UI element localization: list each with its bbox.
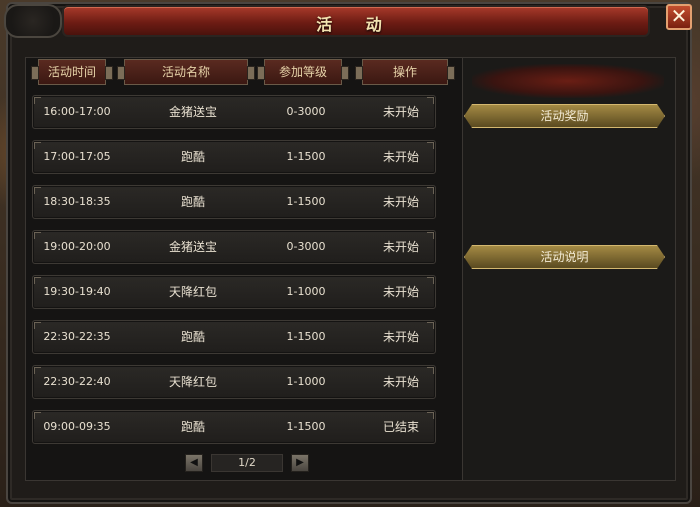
header-action: 操作	[355, 59, 455, 85]
arrow-right-icon: ▶	[296, 457, 304, 468]
row-level: 1-1500	[286, 420, 326, 433]
table-row: 16:00-17:00 金猪送宝 0-3000 未开始	[32, 95, 436, 129]
header-time: 活动时间	[31, 59, 113, 85]
table-row: 19:30-19:40 天降红包 1-1000 未开始	[32, 275, 436, 309]
header-name: 活动名称	[117, 59, 255, 85]
row-level: 1-1000	[286, 285, 326, 298]
row-time: 22:30-22:40	[43, 375, 111, 388]
row-name: 天降红包	[168, 285, 217, 299]
table-row: 17:00-17:05 跑酷 1-1500 未开始	[32, 140, 436, 174]
table-row: 22:30-22:35 跑酷 1-1500 未开始	[32, 320, 436, 354]
row-time: 19:00-20:00	[43, 240, 111, 253]
row-time: 09:00-09:35	[43, 420, 111, 433]
row-name: 跑酷	[180, 195, 205, 209]
row-time: 17:00-17:05	[43, 150, 111, 163]
row-level: 0-3000	[286, 105, 326, 118]
row-status[interactable]: 未开始	[365, 321, 437, 353]
pagination: ◀ 1/2 ▶	[0, 454, 700, 472]
table-row: 19:00-20:00 金猪送宝 0-3000 未开始	[32, 230, 436, 264]
row-name: 跑酷	[180, 420, 205, 434]
row-level: 1-1500	[286, 195, 326, 208]
next-page-button[interactable]: ▶	[291, 454, 309, 472]
row-time: 19:30-19:40	[43, 285, 111, 298]
row-status[interactable]: 未开始	[365, 366, 437, 398]
prev-page-button[interactable]: ◀	[185, 454, 203, 472]
decorative-banner-icon	[472, 64, 664, 98]
row-time: 16:00-17:00	[43, 105, 111, 118]
window-title: 活 动	[316, 15, 396, 34]
row-name: 金猪送宝	[168, 105, 217, 119]
row-status[interactable]: 未开始	[365, 276, 437, 308]
row-status[interactable]: 未开始	[365, 186, 437, 218]
row-name: 金猪送宝	[168, 240, 217, 254]
row-status[interactable]: 已结束	[365, 411, 437, 443]
row-time: 22:30-22:35	[43, 330, 111, 343]
activity-description-button[interactable]: 活动说明	[464, 245, 665, 269]
row-level: 1-1000	[286, 375, 326, 388]
row-time: 18:30-18:35	[43, 195, 111, 208]
title-bar: 活 动	[62, 5, 650, 37]
row-level: 0-3000	[286, 240, 326, 253]
table-row: 18:30-18:35 跑酷 1-1500 未开始	[32, 185, 436, 219]
row-status[interactable]: 未开始	[365, 231, 437, 263]
table-row: 22:30-22:40 天降红包 1-1000 未开始	[32, 365, 436, 399]
table-row: 09:00-09:35 跑酷 1-1500 已结束	[32, 410, 436, 444]
row-level: 1-1500	[286, 150, 326, 163]
row-name: 跑酷	[180, 330, 205, 344]
close-button[interactable]: ✕	[666, 4, 692, 30]
row-name: 跑酷	[180, 150, 205, 164]
header-level: 参加等级	[257, 59, 349, 85]
row-level: 1-1500	[286, 330, 326, 343]
row-name: 天降红包	[168, 375, 217, 389]
arrow-left-icon: ◀	[190, 457, 198, 468]
row-status[interactable]: 未开始	[365, 96, 437, 128]
corner-ornament-left-icon	[4, 4, 62, 38]
page-indicator: 1/2	[211, 454, 283, 472]
close-icon: ✕	[670, 4, 688, 28]
row-status[interactable]: 未开始	[365, 141, 437, 173]
activity-reward-button[interactable]: 活动奖励	[464, 104, 665, 128]
